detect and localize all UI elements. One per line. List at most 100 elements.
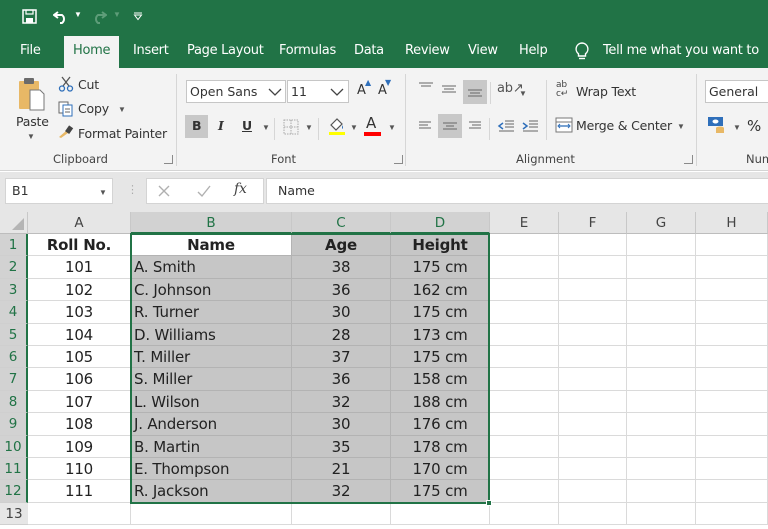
cell-g5[interactable] (627, 323, 696, 346)
cell-c5[interactable]: 28 (292, 323, 391, 346)
chevron-down-icon[interactable] (268, 88, 282, 96)
cell-a10[interactable]: 109 (28, 435, 131, 458)
column-header-b[interactable]: B (131, 212, 292, 234)
number-format-select[interactable]: General (705, 80, 768, 103)
cell-b13[interactable] (131, 502, 292, 526)
formula-bar-grip[interactable]: ⋮ (127, 183, 138, 196)
cell-g10[interactable] (627, 435, 696, 458)
cell-c13[interactable] (292, 502, 391, 526)
cell-d12[interactable]: 175 cm (391, 480, 490, 503)
underline-dropdown-caret[interactable]: ▼ (262, 123, 270, 132)
clipboard-launcher-icon[interactable] (164, 155, 173, 164)
decrease-indent-icon[interactable] (497, 119, 515, 133)
name-box-dropdown-caret[interactable]: ▼ (99, 188, 107, 197)
cell-e1[interactable] (490, 234, 559, 257)
accounting-dropdown-caret[interactable]: ▼ (733, 123, 741, 132)
borders-icon[interactable] (283, 119, 299, 135)
percent-style-button[interactable]: % (747, 117, 761, 135)
formula-input[interactable]: Name (266, 178, 768, 204)
borders-dropdown-caret[interactable]: ▼ (305, 123, 313, 132)
cell-f13[interactable] (559, 502, 627, 526)
cell-b8[interactable]: L. Wilson (131, 390, 292, 414)
copy-button[interactable]: Copy (78, 101, 109, 116)
cell-e11[interactable] (490, 458, 559, 481)
column-header-f[interactable]: F (559, 212, 627, 234)
column-header-a[interactable]: A (28, 212, 131, 234)
cell-b3[interactable]: C. Johnson (131, 278, 292, 302)
cell-d8[interactable]: 188 cm (391, 390, 490, 414)
merge-center-button[interactable]: Merge & Center (576, 118, 672, 133)
fill-color-dropdown-caret[interactable]: ▼ (350, 123, 358, 132)
cell-h7[interactable] (696, 368, 768, 391)
cell-a7[interactable]: 106 (28, 368, 131, 391)
cell-g4[interactable] (627, 301, 696, 324)
cell-d1[interactable]: Height (391, 234, 490, 257)
cell-d4[interactable]: 175 cm (391, 301, 490, 324)
fill-color-icon[interactable] (327, 116, 347, 136)
cell-g3[interactable] (627, 278, 696, 302)
italic-button[interactable]: I (218, 118, 224, 133)
tab-view[interactable]: View (468, 36, 498, 68)
cell-h4[interactable] (696, 301, 768, 324)
row-header-12[interactable]: 12 (0, 480, 28, 503)
redo-icon[interactable] (91, 9, 107, 24)
cell-a11[interactable]: 110 (28, 458, 131, 481)
font-color-button[interactable]: A (366, 114, 376, 132)
cell-h9[interactable] (696, 413, 768, 436)
cell-c6[interactable]: 37 (292, 346, 391, 369)
cell-c1[interactable]: Age (292, 234, 391, 257)
chevron-down-icon[interactable] (330, 88, 344, 96)
paste-dropdown-caret[interactable]: ▼ (27, 132, 35, 141)
row-header-7[interactable]: 7 (0, 368, 28, 391)
cell-f5[interactable] (559, 323, 627, 346)
top-align-icon[interactable] (418, 82, 434, 94)
cell-h10[interactable] (696, 435, 768, 458)
cell-d11[interactable]: 170 cm (391, 458, 490, 481)
copy-dropdown-caret[interactable]: ▼ (118, 105, 126, 114)
cell-a8[interactable]: 107 (28, 390, 131, 414)
cell-a12[interactable]: 111 (28, 480, 131, 503)
cell-f4[interactable] (559, 301, 627, 324)
select-all-button[interactable] (0, 212, 28, 234)
cancel-entry-icon[interactable] (157, 184, 171, 198)
paste-icon[interactable] (18, 76, 46, 112)
customize-qat-icon[interactable] (133, 12, 143, 21)
cell-c9[interactable]: 30 (292, 413, 391, 436)
cell-g6[interactable] (627, 346, 696, 369)
cell-b1[interactable]: Name (131, 234, 292, 257)
cell-e13[interactable] (490, 502, 559, 526)
cell-d6[interactable]: 175 cm (391, 346, 490, 369)
save-icon[interactable] (22, 9, 37, 24)
undo-dropdown-caret[interactable]: ▼ (74, 10, 82, 19)
cell-g1[interactable] (627, 234, 696, 257)
cell-c8[interactable]: 32 (292, 390, 391, 414)
row-header-3[interactable]: 3 (0, 278, 28, 302)
cell-d2[interactable]: 175 cm (391, 256, 490, 279)
wrap-text-button[interactable]: Wrap Text (576, 84, 636, 99)
cell-b6[interactable]: T. Miller (131, 346, 292, 369)
redo-dropdown-caret[interactable]: ▼ (113, 10, 121, 19)
cell-h6[interactable] (696, 346, 768, 369)
row-header-1[interactable]: 1 (0, 234, 28, 257)
cell-e5[interactable] (490, 323, 559, 346)
cell-g12[interactable] (627, 480, 696, 503)
cell-g7[interactable] (627, 368, 696, 391)
bottom-align-button[interactable] (463, 80, 487, 104)
cell-d5[interactable]: 173 cm (391, 323, 490, 346)
cell-b5[interactable]: D. Williams (131, 323, 292, 346)
cell-e8[interactable] (490, 390, 559, 414)
cell-a1[interactable]: Roll No. (28, 234, 131, 257)
cell-h2[interactable] (696, 256, 768, 279)
cell-d13[interactable] (391, 502, 490, 526)
cell-g8[interactable] (627, 390, 696, 414)
cell-d9[interactable]: 176 cm (391, 413, 490, 436)
column-header-c[interactable]: C (292, 212, 391, 234)
cell-e7[interactable] (490, 368, 559, 391)
cell-a5[interactable]: 104 (28, 323, 131, 346)
cell-h11[interactable] (696, 458, 768, 481)
name-box[interactable]: B1 (5, 178, 113, 204)
underline-button[interactable]: U (242, 118, 252, 133)
cell-a6[interactable]: 105 (28, 346, 131, 369)
cell-e3[interactable] (490, 278, 559, 302)
cell-d3[interactable]: 162 cm (391, 278, 490, 302)
